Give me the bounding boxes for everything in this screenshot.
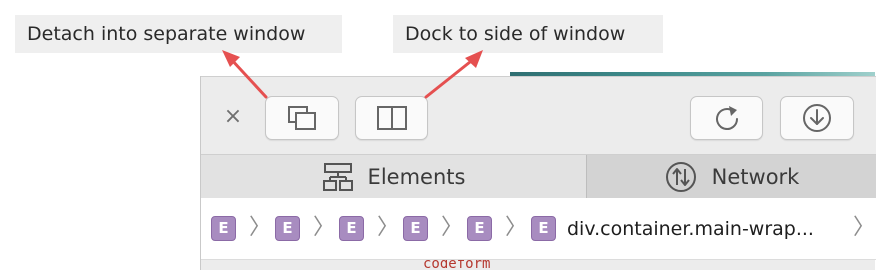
detach-tooltip-callout: Detach into separate window [15, 15, 342, 53]
inspector-tab-bar: Elements Network [201, 154, 876, 198]
breadcrumb-separator-icon: 〉 [505, 215, 528, 240]
tab-network-label: Network [711, 164, 800, 189]
breadcrumb-separator-icon: 〉 [313, 215, 336, 240]
breadcrumb-element-badge[interactable]: E [275, 216, 300, 241]
close-inspector-icon[interactable]: × [220, 104, 246, 130]
dock-side-button[interactable] [355, 96, 428, 140]
breadcrumb-separator-icon: 〉 [441, 215, 464, 240]
reload-button[interactable] [690, 96, 763, 140]
dock-tooltip-callout: Dock to side of window [393, 15, 663, 53]
download-button[interactable] [780, 96, 854, 140]
breadcrumb-element-badge[interactable]: E [211, 216, 236, 241]
breadcrumb-element-badge[interactable]: E [339, 216, 364, 241]
dock-side-icon [376, 106, 407, 130]
elements-icon [322, 162, 353, 191]
inspector-toolbar: × [201, 76, 876, 154]
breadcrumb-current-element[interactable]: div.container.main-wrap... [567, 215, 814, 243]
tab-elements-label: Elements [367, 164, 466, 189]
breadcrumb-overflow-chevron-icon[interactable]: 〉 [853, 213, 875, 243]
breadcrumb-element-badge[interactable]: E [403, 216, 428, 241]
breadcrumb-element-badge[interactable]: E [467, 216, 492, 241]
tab-elements[interactable]: Elements [201, 155, 586, 198]
breadcrumb-separator-icon: 〉 [377, 215, 400, 240]
dom-breadcrumb-bar: E 〉 E 〉 E 〉 E 〉 E 〉 E div.container.main… [201, 198, 876, 260]
network-icon [665, 161, 696, 192]
web-inspector-panel: × Elements Network E 〉 E 〉 E 〉 E 〉 E 〉 E… [200, 76, 876, 270]
tab-network[interactable]: Network [586, 155, 876, 198]
cut-off-red-text: codeform [423, 260, 491, 270]
reload-icon [715, 106, 738, 130]
detach-window-button[interactable] [265, 96, 339, 140]
breadcrumb-separator-icon: 〉 [249, 215, 272, 240]
detach-window-icon [288, 106, 316, 130]
breadcrumb-element-badge[interactable]: E [531, 216, 556, 241]
download-icon [803, 104, 831, 132]
